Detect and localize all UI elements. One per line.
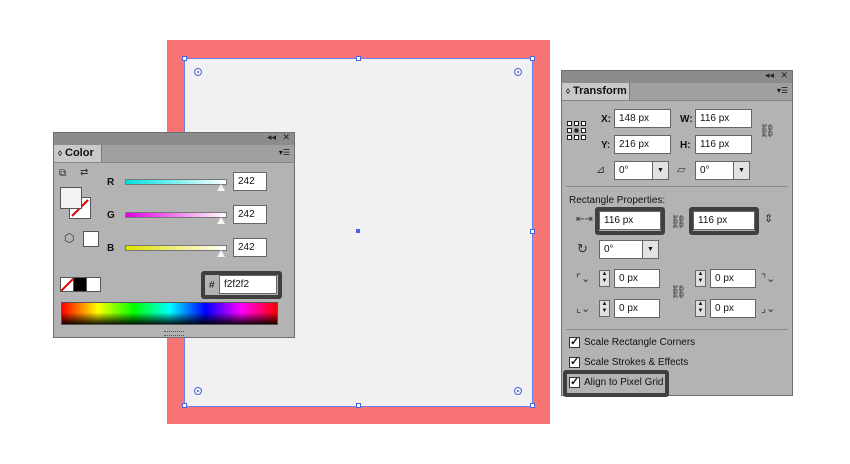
- b-slider-track[interactable]: [125, 245, 227, 251]
- link-corners-icon[interactable]: ⛓: [670, 284, 687, 300]
- h-field[interactable]: 116 px: [695, 135, 752, 154]
- b-value-field[interactable]: 242: [233, 238, 267, 257]
- align-pixel-grid-checkbox[interactable]: ✓: [569, 377, 580, 388]
- center-point: [356, 229, 360, 233]
- r-slider-track[interactable]: [125, 179, 227, 185]
- panel-titlebar[interactable]: ◂◂ ✕: [54, 132, 294, 145]
- color-spectrum[interactable]: [61, 302, 278, 325]
- chevron-down-icon[interactable]: ▼: [733, 162, 749, 179]
- scale-strokes-label: Scale Strokes & Effects: [584, 357, 689, 368]
- web-safe-swatch[interactable]: [83, 231, 99, 247]
- corner-bl-field[interactable]: 0 px: [614, 299, 660, 318]
- divider: [566, 186, 788, 187]
- close-icon[interactable]: ✕: [282, 132, 290, 143]
- close-icon[interactable]: ✕: [780, 70, 788, 81]
- corner-widget-bottom-left[interactable]: [194, 387, 202, 395]
- handle-middle-right[interactable]: [530, 229, 535, 234]
- tab-transform-label: Transform: [573, 85, 627, 97]
- corner-type-tr-icon[interactable]: ⌝⌄: [761, 272, 775, 285]
- corner-type-br-icon[interactable]: ⌟⌄: [761, 302, 775, 315]
- corner-br-stepper[interactable]: ▲ ▼: [695, 300, 706, 317]
- panel-menu-icon[interactable]: ▾☰: [777, 86, 788, 95]
- rect-height-field[interactable]: 116 px: [693, 211, 755, 230]
- handle-top-right[interactable]: [530, 56, 535, 61]
- shear-combo[interactable]: 0° ▼: [695, 161, 750, 180]
- rect-width-field[interactable]: 116 px: [599, 211, 661, 230]
- panel-titlebar[interactable]: ◂◂ ✕: [562, 70, 792, 83]
- white-swatch[interactable]: [86, 277, 101, 292]
- w-label: W:: [680, 114, 693, 125]
- channel-r-label: R: [107, 177, 115, 188]
- r-slider-thumb[interactable]: [217, 184, 225, 191]
- corner-type-bl-icon[interactable]: ⌞⌄: [576, 302, 590, 315]
- corner-tr-stepper[interactable]: ▲ ▼: [695, 270, 706, 287]
- width-arrows-icon: ⇤⇥: [576, 214, 593, 225]
- swap-colors-icon[interactable]: ⇄: [80, 167, 88, 178]
- resize-grip[interactable]: [164, 331, 184, 336]
- scale-corners-checkbox[interactable]: ✓: [569, 337, 580, 348]
- corner-widget-top-right[interactable]: [514, 68, 522, 76]
- handle-bottom-center[interactable]: [356, 403, 361, 408]
- tab-transform[interactable]: ◊ Transform: [562, 83, 630, 100]
- color-panel: ◂◂ ✕ ◊ Color ▾☰ ⧉ ⇄ ⬡ R 242 G 242 B 242 …: [53, 132, 295, 338]
- hex-prefix: #: [209, 280, 215, 291]
- channel-g-label: G: [107, 210, 115, 221]
- handle-top-left[interactable]: [182, 56, 187, 61]
- y-field[interactable]: 216 px: [614, 135, 671, 154]
- rect-rotate-combo[interactable]: 0° ▼: [599, 240, 659, 259]
- collapse-icon[interactable]: ◂◂: [765, 70, 774, 81]
- handle-bottom-left[interactable]: [182, 403, 187, 408]
- corner-type-tl-icon[interactable]: ⌜⌄: [576, 272, 590, 285]
- chevron-down-icon[interactable]: ▼: [652, 162, 668, 179]
- tab-color[interactable]: ◊ Color: [54, 145, 102, 162]
- rotate-combo[interactable]: 0° ▼: [614, 161, 669, 180]
- rotate-angle-icon: ⊿: [596, 164, 606, 176]
- shear-value: 0°: [700, 165, 710, 176]
- channel-b-label: B: [107, 243, 115, 254]
- scale-corners-label: Scale Rectangle Corners: [584, 337, 696, 348]
- out-of-gamut-cube-icon[interactable]: ⬡: [64, 231, 74, 245]
- constrain-proportions-link-icon[interactable]: ⛓: [759, 123, 776, 139]
- handle-bottom-right[interactable]: [530, 403, 535, 408]
- corner-tr-field[interactable]: 0 px: [710, 269, 756, 288]
- rect-rotate-value: 0°: [604, 244, 614, 255]
- default-colors-icon[interactable]: ⧉: [59, 168, 66, 179]
- rectangle-rotate-icon: ↻: [577, 241, 588, 256]
- g-value-field[interactable]: 242: [233, 205, 267, 224]
- divider: [566, 329, 788, 330]
- align-pixel-grid-label: Align to Pixel Grid: [584, 377, 664, 388]
- g-slider-thumb[interactable]: [217, 217, 225, 224]
- rotate-value: 0°: [619, 165, 629, 176]
- reference-point-icon[interactable]: [567, 121, 587, 141]
- chevron-down-icon[interactable]: ▼: [642, 241, 658, 258]
- x-label: X:: [601, 114, 611, 125]
- rect-props-title: Rectangle Properties:: [569, 195, 666, 206]
- r-value-field[interactable]: 242: [233, 172, 267, 191]
- corner-widget-bottom-right[interactable]: [514, 387, 522, 395]
- corner-widget-top-left[interactable]: [194, 68, 202, 76]
- panel-menu-icon[interactable]: ▾☰: [279, 148, 290, 157]
- fill-swatch[interactable]: [60, 187, 82, 209]
- collapse-icon[interactable]: ◂◂: [267, 132, 276, 143]
- b-slider-thumb[interactable]: [217, 250, 225, 257]
- scale-strokes-checkbox[interactable]: ✓: [569, 357, 580, 368]
- corner-tl-stepper[interactable]: ▲ ▼: [599, 270, 610, 287]
- transform-panel: ◂◂ ✕ ◊ Transform ▾☰ X: 148 px W: 116 px …: [561, 70, 793, 397]
- corner-tl-field[interactable]: 0 px: [614, 269, 660, 288]
- tab-color-label: Color: [65, 147, 94, 159]
- shear-icon: ▱: [677, 164, 686, 176]
- x-field[interactable]: 148 px: [614, 109, 671, 128]
- h-label: H:: [680, 140, 691, 151]
- g-slider-track[interactable]: [125, 212, 227, 218]
- w-field[interactable]: 116 px: [695, 109, 752, 128]
- handle-top-center[interactable]: [356, 56, 361, 61]
- link-dimensions-icon[interactable]: ⛓: [670, 214, 687, 230]
- hex-field[interactable]: f2f2f2: [219, 275, 277, 294]
- y-label: Y:: [601, 140, 611, 151]
- height-arrows-icon: ⇕: [764, 213, 774, 225]
- corner-bl-stepper[interactable]: ▲ ▼: [599, 300, 610, 317]
- corner-br-field[interactable]: 0 px: [710, 299, 756, 318]
